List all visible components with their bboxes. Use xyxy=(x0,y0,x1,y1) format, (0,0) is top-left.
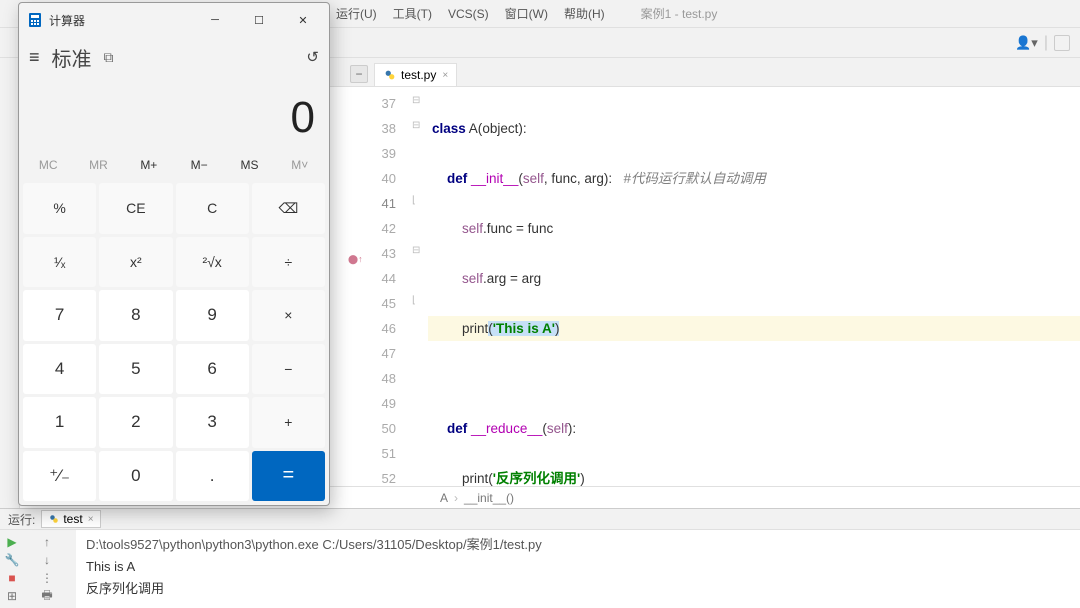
key-8[interactable]: 8 xyxy=(99,290,172,341)
key-6[interactable]: 6 xyxy=(176,344,249,395)
line-numbers: 37383940 4142 43⬤↑ 44454647 4849505152 xyxy=(350,87,410,486)
window-title: 案例1 - test.py xyxy=(635,3,724,24)
reciprocal-key[interactable]: ¹⁄ₓ xyxy=(23,237,96,288)
history-icon[interactable]: ↺ xyxy=(306,48,319,66)
breadcrumb-method[interactable]: __init__() xyxy=(464,491,514,505)
calc-mode-bar: ≡ 标准 ⧉ ↺ xyxy=(19,37,329,77)
calc-titlebar[interactable]: 计算器 ─ ☐ ✕ xyxy=(19,3,329,37)
calc-display: 0 xyxy=(19,77,329,151)
overflow-icon[interactable]: ⋮ xyxy=(39,570,55,586)
menu-run[interactable]: 运行(U) xyxy=(330,3,383,24)
percent-key[interactable]: % xyxy=(23,183,96,234)
user-avatar-icon[interactable]: 👤▾ xyxy=(1015,35,1038,51)
sqrt-key[interactable]: ²√x xyxy=(176,237,249,288)
stop-icon[interactable]: ■ xyxy=(4,570,20,586)
mminus-button[interactable]: M− xyxy=(174,151,224,179)
run-panel: 运行: test × ▶ ↑ 🔧 ↓ ■ ⋮ ⊞ 🖶 D:\tools9 xyxy=(0,508,1080,608)
decimal-key[interactable]: . xyxy=(176,451,249,502)
hamburger-icon[interactable]: ≡ xyxy=(29,47,40,68)
play-icon[interactable]: ▶ xyxy=(4,534,20,550)
key-0[interactable]: 0 xyxy=(99,451,172,502)
collapse-button[interactable]: − xyxy=(350,65,368,83)
close-button[interactable]: ✕ xyxy=(281,5,325,35)
console-line: D:\tools9527\python\python3\python.exe C… xyxy=(86,534,1070,556)
toolbar-separator: | xyxy=(1044,34,1048,52)
minimize-button[interactable]: ─ xyxy=(193,5,237,35)
chevron-right-icon: › xyxy=(454,491,458,505)
minus-key[interactable]: − xyxy=(252,344,325,395)
mode-label: 标准 xyxy=(52,43,92,72)
calculator-icon xyxy=(27,12,43,28)
menu-window[interactable]: 窗口(W) xyxy=(499,3,554,24)
memory-row: MC MR M+ M− MS M˅ xyxy=(19,151,329,179)
ms-button[interactable]: MS xyxy=(224,151,274,179)
key-1[interactable]: 1 xyxy=(23,397,96,448)
equals-key[interactable]: = xyxy=(252,451,325,502)
fold-column[interactable]: ⊟ ⊟ ⌊ ⊟ ⌊ xyxy=(410,87,428,486)
run-toolbar: ▶ ↑ 🔧 ↓ ■ ⋮ ⊞ 🖶 xyxy=(0,530,76,608)
menu-vcs[interactable]: VCS(S) xyxy=(442,5,495,23)
wrench-icon[interactable]: 🔧 xyxy=(4,552,20,568)
mplus-button[interactable]: M+ xyxy=(124,151,174,179)
run-tab-label: test xyxy=(63,512,82,526)
code-content[interactable]: class A(object): def __init__(self, func… xyxy=(428,87,1080,486)
key-7[interactable]: 7 xyxy=(23,290,96,341)
square-key[interactable]: x² xyxy=(99,237,172,288)
mr-button[interactable]: MR xyxy=(73,151,123,179)
toolbar-button[interactable] xyxy=(1054,35,1070,51)
up-icon[interactable]: ↑ xyxy=(39,534,55,550)
keypad: % CE C ⌫ ¹⁄ₓ x² ²√x ÷ 7 8 9 × 4 5 6 − 1 … xyxy=(19,179,329,505)
key-2[interactable]: 2 xyxy=(99,397,172,448)
print-icon[interactable]: 🖶 xyxy=(39,588,55,604)
c-key[interactable]: C xyxy=(176,183,249,234)
close-icon[interactable]: × xyxy=(442,70,448,81)
menu-tools[interactable]: 工具(T) xyxy=(387,3,438,24)
down-icon[interactable]: ↓ xyxy=(39,552,55,568)
tab-label: test.py xyxy=(401,68,436,82)
multiply-key[interactable]: × xyxy=(252,290,325,341)
maximize-button[interactable]: ☐ xyxy=(237,5,281,35)
console-line: 反序列化调用 xyxy=(86,578,1070,600)
layout-icon[interactable]: ⊞ xyxy=(4,588,20,604)
calculator-window[interactable]: 计算器 ─ ☐ ✕ ≡ 标准 ⧉ ↺ 0 MC MR M+ M− MS M˅ %… xyxy=(18,2,330,506)
breadcrumb-class[interactable]: A xyxy=(440,491,448,505)
run-body: ▶ ↑ 🔧 ↓ ■ ⋮ ⊞ 🖶 D:\tools9527\python\pyth… xyxy=(0,530,1080,608)
tab-test-py[interactable]: test.py × xyxy=(374,63,457,86)
run-header: 运行: test × xyxy=(0,509,1080,530)
negate-key[interactable]: ⁺⁄₋ xyxy=(23,451,96,502)
key-9[interactable]: 9 xyxy=(176,290,249,341)
calc-title: 计算器 xyxy=(49,12,85,29)
console-line: This is A xyxy=(86,556,1070,578)
run-label: 运行: xyxy=(8,511,35,528)
run-tab[interactable]: test × xyxy=(41,510,100,528)
backspace-key[interactable]: ⌫ xyxy=(252,183,325,234)
menu-help[interactable]: 帮助(H) xyxy=(558,3,611,24)
ide-left-gutter[interactable] xyxy=(0,58,20,508)
plus-key[interactable]: + xyxy=(252,397,325,448)
key-4[interactable]: 4 xyxy=(23,344,96,395)
key-5[interactable]: 5 xyxy=(99,344,172,395)
divide-key[interactable]: ÷ xyxy=(252,237,325,288)
mdropdown-button[interactable]: M˅ xyxy=(275,151,325,179)
mc-button[interactable]: MC xyxy=(23,151,73,179)
pin-icon[interactable]: ⧉ xyxy=(104,49,114,66)
console-output[interactable]: D:\tools9527\python\python3\python.exe C… xyxy=(76,530,1080,608)
key-3[interactable]: 3 xyxy=(176,397,249,448)
ce-key[interactable]: CE xyxy=(99,183,172,234)
python-file-icon xyxy=(48,513,60,525)
python-file-icon xyxy=(383,68,397,82)
close-icon[interactable]: × xyxy=(88,514,94,525)
